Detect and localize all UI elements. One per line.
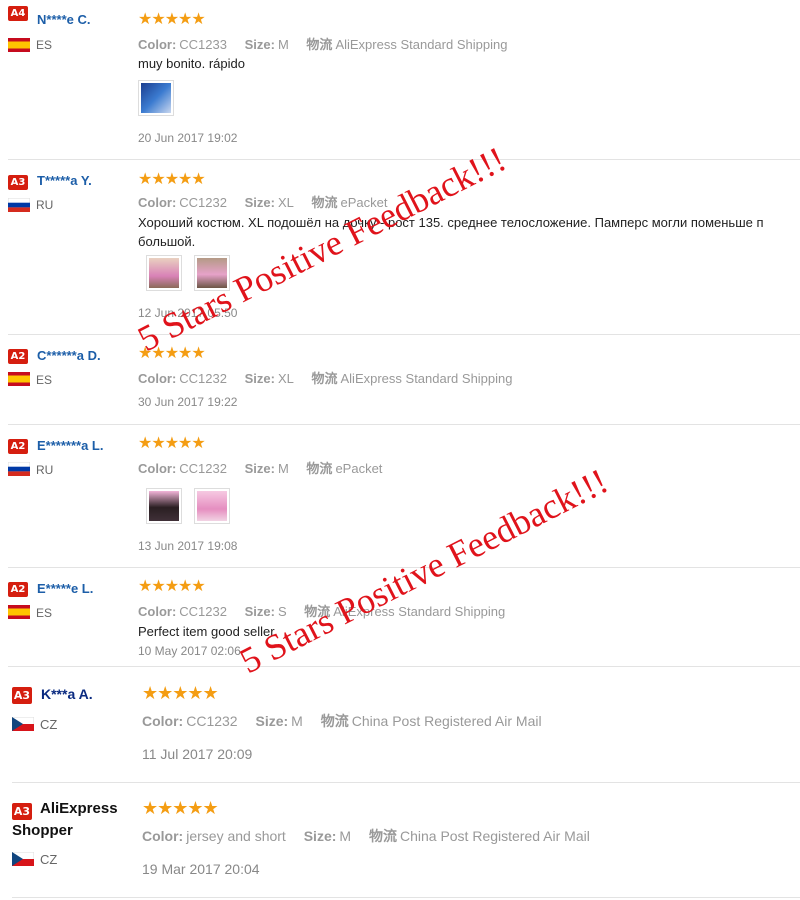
color-label: Color: <box>138 371 177 386</box>
rating-stars: ★★★★★ <box>138 11 206 28</box>
color-value: CC1232 <box>179 195 227 210</box>
buyer-name[interactable]: AliExpress Shopper <box>12 798 122 842</box>
buyer-level-badge: A4 <box>8 6 28 21</box>
size-label: Size: <box>244 37 275 52</box>
size-label: Size: <box>255 713 289 729</box>
buyer-name[interactable]: C******a D. <box>37 348 101 363</box>
russia-flag-icon <box>8 462 30 476</box>
buyer-name[interactable]: E*****e L. <box>37 581 93 596</box>
rating-stars: ★★★★★ <box>138 171 206 188</box>
buyer-level-badge: A2 <box>8 349 28 364</box>
buyer-level-badge: A3 <box>8 175 28 190</box>
rating-stars: ★★★★★ <box>138 578 206 595</box>
logistics-label: 物流 <box>311 195 338 210</box>
buyer-name[interactable]: N****e C. <box>37 12 90 27</box>
shipping-method: ePacket <box>335 461 383 476</box>
buyer-name[interactable]: T*****a Y. <box>37 173 92 188</box>
color-value: CC1232 <box>186 713 238 729</box>
review-photo[interactable] <box>138 80 174 116</box>
size-value: M <box>339 828 352 844</box>
buyer-country: ES <box>36 373 53 387</box>
buyer-country: ES <box>36 38 53 52</box>
rating-stars: ★★★★★ <box>142 798 219 818</box>
color-label: Color: <box>142 828 184 844</box>
shipping-method: China Post Registered Air Mail <box>351 713 542 729</box>
size-label: Size: <box>303 828 337 844</box>
size-label: Size: <box>244 604 275 619</box>
review-item: A3 AliExpress Shopper CZ ★★★★★ Color: jer… <box>12 783 800 898</box>
buyer-country: RU <box>36 198 54 212</box>
size-value: M <box>277 37 289 52</box>
size-value: M <box>291 713 303 729</box>
logistics-label: 物流 <box>306 37 333 52</box>
size-value: XL <box>277 195 294 210</box>
spain-flag-icon <box>8 372 30 386</box>
rating-stars: ★★★★★ <box>142 683 219 703</box>
logistics-label: 物流 <box>320 713 349 729</box>
rating-stars: ★★★★★ <box>138 435 206 452</box>
order-info: Color: CC1232 Size: XL 物流 AliExpress Standa… <box>138 368 527 387</box>
buyer-country: ES <box>36 606 53 620</box>
color-label: Color: <box>138 604 177 619</box>
size-value: M <box>277 461 289 476</box>
order-info: Color: CC1233 Size: M 物流 AliExpress Standar… <box>138 34 521 53</box>
buyer-level-badge: A2 <box>8 439 28 454</box>
buyer-name[interactable]: E*******a L. <box>37 438 103 453</box>
buyer-level-badge: A2 <box>8 582 28 597</box>
review-photo[interactable] <box>146 255 182 291</box>
color-value: CC1233 <box>179 37 227 52</box>
review-item: A4 N****e C. ES ★★★★★ Color: CC1233 Size:… <box>8 0 800 160</box>
review-text: muy bonito. rápido <box>138 56 245 71</box>
color-value: CC1232 <box>179 604 227 619</box>
czech-flag-icon <box>12 852 34 866</box>
size-label: Size: <box>244 371 275 386</box>
logistics-label: 物流 <box>311 371 338 386</box>
spain-flag-icon <box>8 38 30 52</box>
review-item: A2 E*******a L. RU ★★★★★ Color: CC1232 Si… <box>8 425 800 568</box>
shipping-method: AliExpress Standard Shipping <box>340 371 513 386</box>
review-date: 10 May 2017 02:06 <box>138 644 241 658</box>
review-date: 30 Jun 2017 19:22 <box>138 395 238 409</box>
color-label: Color: <box>138 195 177 210</box>
spain-flag-icon <box>8 605 30 619</box>
buyer-level-badge: A3 <box>12 687 32 704</box>
color-value: CC1232 <box>179 461 227 476</box>
order-info: Color: CC1232 Size: M 物流 ePacket <box>138 458 396 477</box>
review-date: 11 Jul 2017 20:09 <box>142 746 253 762</box>
review-item: A2 C******a D. ES ★★★★★ Color: CC1232 Siz… <box>8 335 800 425</box>
color-label: Color: <box>138 37 177 52</box>
size-label: Size: <box>244 461 275 476</box>
size-value: XL <box>277 371 294 386</box>
review-date: 19 Mar 2017 20:04 <box>142 861 260 877</box>
shipping-method: AliExpress Standard Shipping <box>335 37 508 52</box>
logistics-label: 物流 <box>368 828 397 844</box>
review-text: Perfect item good seller <box>138 624 275 639</box>
review-text: Хороший костюм. XL подошёл на дочку - ро… <box>138 215 764 249</box>
review-date: 13 Jun 2017 19:08 <box>138 539 238 553</box>
buyer-country: CZ <box>40 852 58 867</box>
buyer-country: RU <box>36 463 54 477</box>
order-info: Color: CC1232 Size: M 物流 China Post Registe… <box>142 711 556 731</box>
review-date: 20 Jun 2017 19:02 <box>138 131 238 145</box>
color-value: jersey and short <box>186 828 286 844</box>
shipping-method: China Post Registered Air Mail <box>399 828 590 844</box>
review-photo[interactable] <box>146 488 182 524</box>
color-label: Color: <box>142 713 184 729</box>
logistics-label: 物流 <box>306 461 333 476</box>
review-photo[interactable] <box>194 488 230 524</box>
color-value: CC1232 <box>179 371 227 386</box>
buyer-name[interactable]: K***a A. <box>41 686 93 702</box>
size-label: Size: <box>244 195 275 210</box>
czech-flag-icon <box>12 717 34 731</box>
russia-flag-icon <box>8 198 30 212</box>
color-label: Color: <box>138 461 177 476</box>
order-info: Color: jersey and short Size: M 物流 China Po… <box>142 826 604 846</box>
buyer-country: CZ <box>40 717 58 732</box>
review-item: A3 K***a A. CZ ★★★★★ Color: CC1232 Size: M… <box>12 667 800 783</box>
